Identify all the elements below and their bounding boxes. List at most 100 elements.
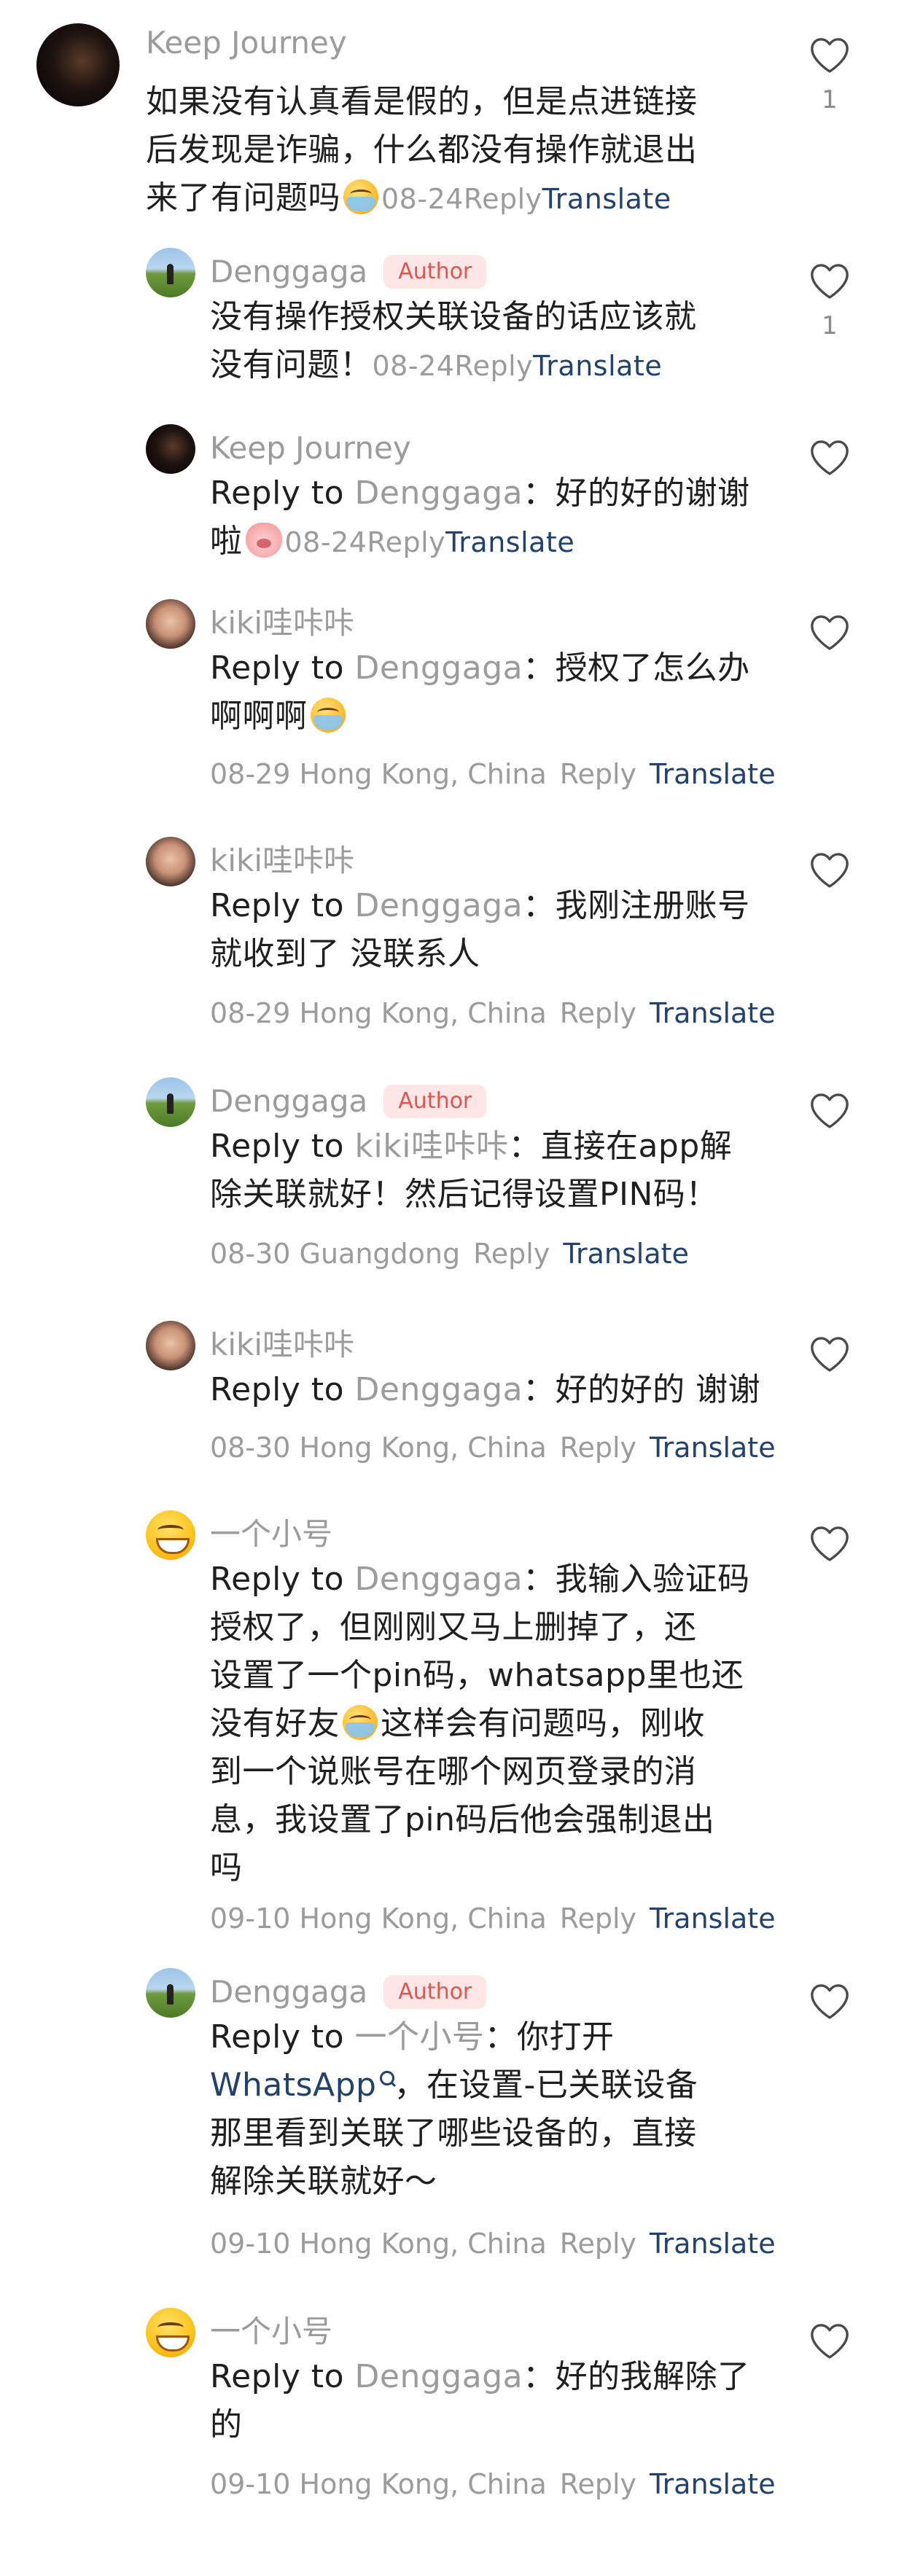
reply-button[interactable]: Reply (367, 526, 445, 558)
username[interactable]: Denggaga (210, 1086, 367, 1117)
username[interactable]: kiki哇咔咔 (210, 608, 354, 639)
comment-meta: 08-24ReplyTranslate (381, 183, 671, 215)
translate-button[interactable]: Translate (650, 2468, 776, 2500)
username[interactable]: Keep Journey (146, 28, 347, 58)
comment-meta: 08-24ReplyTranslate (285, 526, 575, 558)
comment-text: Reply to Denggaga：授权了怎么办 啊啊啊 (210, 644, 779, 741)
reply-button[interactable]: Reply (560, 997, 636, 1029)
comment-text-segment: ：好的好的谢谢 (523, 475, 750, 512)
whatsapp-search-link[interactable]: WhatsApp (210, 2066, 377, 2104)
comment-text-line: 如果没有认真看是假的，但是点进链接 (146, 83, 698, 120)
like-button[interactable] (808, 437, 852, 477)
comment-text: Reply to Denggaga：好的好的 谢谢 (210, 1366, 779, 1414)
reply-to-label: Reply to (210, 2018, 345, 2056)
translate-button[interactable]: Translate (563, 1238, 689, 1270)
translate-button[interactable]: Translate (445, 526, 574, 558)
comment-text-segment: 没有问题！ (210, 346, 373, 383)
like-count: 1 (822, 85, 838, 114)
like-button[interactable]: 1 (808, 35, 852, 112)
translate-button[interactable]: Translate (533, 350, 662, 382)
comment-date-location: 08-29 Hong Kong, China (210, 758, 547, 790)
comment-text-segment: 没有好友 (210, 1705, 340, 1742)
translate-button[interactable]: Translate (650, 2228, 776, 2260)
reply-button[interactable]: Reply (464, 183, 542, 215)
like-button[interactable] (808, 1090, 852, 1130)
username[interactable]: kiki哇咔咔 (210, 1330, 354, 1360)
mention-link[interactable]: Denggaga (355, 1371, 523, 1408)
avatar[interactable] (146, 1510, 195, 1560)
avatar[interactable] (146, 424, 195, 474)
avatar[interactable] (146, 599, 195, 649)
comment-meta: 08-24ReplyTranslate (373, 350, 663, 382)
comment-meta: 09-10 Hong Kong, China Reply Translate (210, 2228, 776, 2260)
reply-to-label: Reply to (210, 1128, 345, 1165)
like-button[interactable] (808, 850, 852, 889)
like-button[interactable]: 1 (808, 261, 852, 338)
comment-text-line: 啊啊啊 (210, 692, 779, 741)
comment-thread: Keep Journey 如果没有认真看是假的，但是点进链接 后发现是诈骗，什么… (0, 0, 904, 2576)
like-button[interactable] (808, 2321, 852, 2360)
comment-date: 08-24 (372, 350, 455, 382)
avatar[interactable] (146, 1321, 195, 1370)
translate-button[interactable]: Translate (542, 183, 671, 215)
comment-text-line: 啦 08-24ReplyTranslate (210, 518, 779, 566)
username[interactable]: Denggaga (210, 257, 367, 287)
avatar[interactable] (146, 2308, 195, 2357)
reply-to-label: Reply to (210, 1561, 345, 1598)
comment-text-line: Reply to Denggaga：我刚注册账号 (210, 882, 779, 930)
comment-date-location: 08-30 Guangdong (210, 1238, 461, 1270)
avatar[interactable] (36, 23, 120, 106)
reply-to-label: Reply to (210, 475, 345, 512)
avatar[interactable] (146, 248, 195, 297)
reply-button[interactable]: Reply (454, 350, 533, 382)
comment-text-line: Reply to Denggaga：授权了怎么办 (210, 644, 779, 692)
author-badge: Author (383, 1085, 487, 1118)
username[interactable]: 一个小号 (210, 1519, 332, 1550)
like-button[interactable] (808, 1334, 852, 1373)
heart-icon (811, 615, 849, 650)
reply-button[interactable]: Reply (560, 1432, 636, 1464)
heart-icon (811, 853, 849, 888)
username[interactable]: Denggaga (210, 1977, 367, 2007)
like-button[interactable] (808, 612, 852, 652)
reply-button[interactable]: Reply (473, 1238, 550, 1270)
comment-text: Reply to Denggaga：我刚注册账号 就收到了 没联系人 (210, 882, 779, 978)
comment-text-line: 没有问题！08-24ReplyTranslate (210, 341, 779, 390)
comment-date-location: 09-10 Hong Kong, China (210, 2468, 547, 2500)
crying-emoji-icon (343, 1705, 378, 1740)
comment-meta: 09-10 Hong Kong, China Reply Translate (210, 2468, 776, 2500)
mention-link[interactable]: Denggaga (355, 2358, 523, 2395)
reply-button[interactable]: Reply (560, 1902, 636, 1935)
avatar[interactable] (146, 1077, 195, 1127)
like-button[interactable] (808, 1981, 852, 2021)
comment-meta: 08-29 Hong Kong, China Reply Translate (210, 758, 776, 790)
comment-text-line: WhatsApp ，在设置-已关联设备 (210, 2061, 793, 2109)
reply-to-label: Reply to (210, 1371, 345, 1408)
comment-meta: 09-10 Hong Kong, China Reply Translate (210, 1902, 776, 1935)
reply-to-label: Reply to (210, 649, 345, 687)
author-badge: Author (383, 255, 487, 289)
username[interactable]: Keep Journey (210, 433, 411, 464)
comment-text-segment: ，在设置-已关联设备 (394, 2066, 698, 2104)
username[interactable]: 一个小号 (210, 2317, 332, 2347)
reply-button[interactable]: Reply (560, 758, 636, 790)
reply-button[interactable]: Reply (560, 2228, 636, 2260)
mention-link[interactable]: kiki哇咔咔 (355, 1128, 509, 1165)
avatar[interactable] (146, 837, 195, 886)
translate-button[interactable]: Translate (650, 1902, 776, 1935)
username[interactable]: kiki哇咔咔 (210, 846, 354, 876)
mention-link[interactable]: Denggaga (355, 1561, 523, 1598)
translate-button[interactable]: Translate (650, 758, 776, 790)
translate-button[interactable]: Translate (650, 997, 776, 1029)
mention-link[interactable]: 一个小号 (355, 2018, 485, 2056)
comment-date: 08-24 (284, 526, 367, 558)
mention-link[interactable]: Denggaga (355, 649, 523, 687)
like-button[interactable] (808, 1523, 852, 1563)
mention-link[interactable]: Denggaga (355, 887, 523, 924)
reply-button[interactable]: Reply (560, 2468, 636, 2500)
comment-text-line: Reply to Denggaga：好的我解除了 (210, 2353, 793, 2401)
avatar[interactable] (146, 1968, 195, 2018)
heart-icon (811, 1337, 849, 1372)
mention-link[interactable]: Denggaga (355, 475, 523, 512)
translate-button[interactable]: Translate (650, 1432, 776, 1464)
